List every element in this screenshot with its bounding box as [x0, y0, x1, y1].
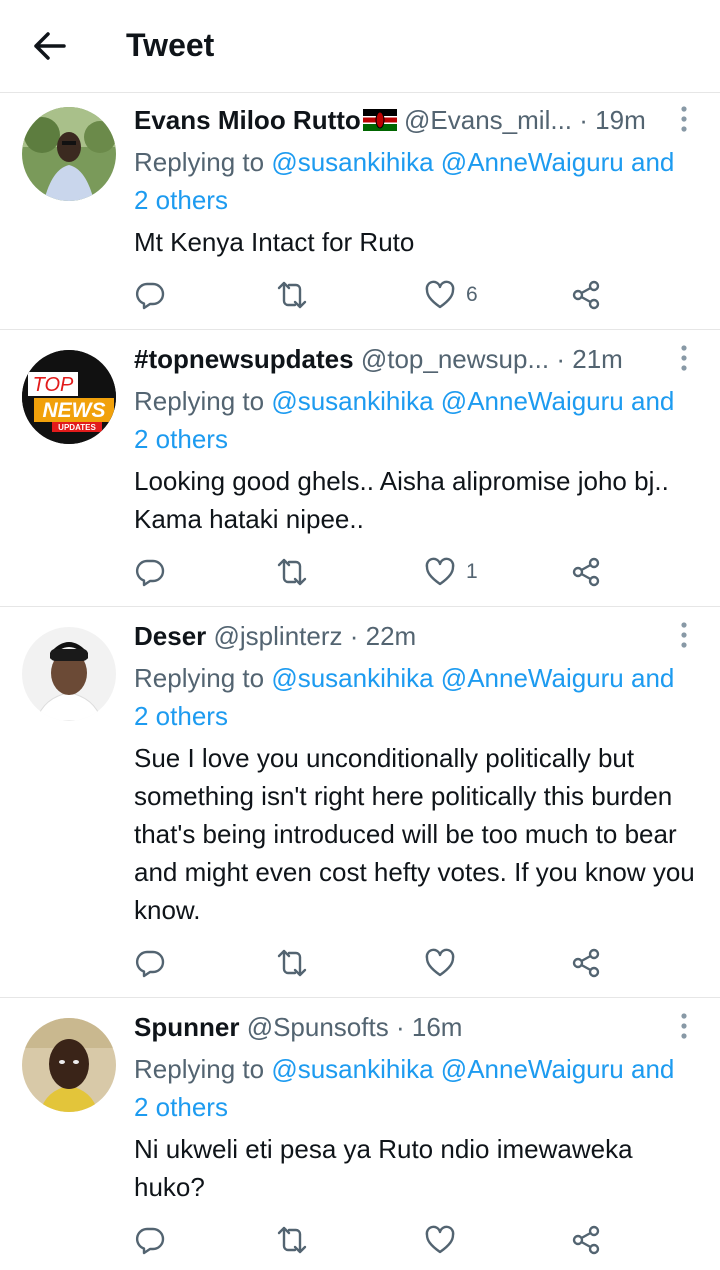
share-icon [572, 280, 600, 310]
replying-to: Replying to @susankihika @AnneWaiguru an… [134, 382, 696, 458]
share-icon [572, 557, 600, 587]
heart-icon [425, 1225, 455, 1254]
avatar-logo-sub: UPDATES [58, 423, 96, 432]
retweet-button[interactable] [276, 277, 308, 313]
share-icon [572, 948, 600, 978]
timestamp[interactable]: 21m [572, 344, 623, 374]
reply-icon [135, 559, 165, 587]
more-options-button[interactable] [674, 1012, 694, 1040]
mention-link[interactable]: @susankihika [271, 147, 433, 177]
avatar[interactable] [22, 1018, 116, 1112]
tweet-actions: 1 [134, 554, 696, 590]
tweet-actions [134, 945, 696, 981]
author-name[interactable]: Spunner [134, 1012, 239, 1042]
share-button[interactable] [570, 945, 602, 981]
reply-button[interactable] [134, 1222, 166, 1258]
tweet-actions: 6 [134, 277, 696, 313]
replying-prefix: Replying to [134, 386, 265, 416]
avatar-logo-main: NEWS [43, 399, 106, 422]
tweet-text: Mt Kenya Intact for Ruto [134, 227, 415, 257]
replying-to: Replying to @susankihika @AnneWaiguru an… [134, 1050, 696, 1126]
retweet-icon [277, 1226, 307, 1254]
reply-icon [135, 282, 165, 310]
replying-prefix: Replying to [134, 1054, 265, 1084]
timestamp[interactable]: 22m [366, 621, 417, 651]
reply-button[interactable] [134, 554, 166, 590]
author-name[interactable]: Evans Miloo Rutto [134, 105, 361, 135]
arrow-left-icon [34, 32, 66, 60]
tweet-text: Sue I love you unconditionally political… [134, 743, 695, 925]
author-handle[interactable]: @Spunsofts [247, 1012, 389, 1042]
share-icon [572, 1225, 600, 1255]
tweet-text: Ni ukweli eti pesa ya Ruto ndio imewawek… [134, 1134, 633, 1202]
author-name[interactable]: #topnewsupdates [134, 344, 354, 374]
separator: · [395, 1012, 405, 1042]
more-vertical-icon [681, 1013, 687, 1039]
replying-to: Replying to @susankihika @AnneWaiguru an… [134, 659, 696, 735]
reply-button[interactable] [134, 945, 166, 981]
avatar[interactable]: TOP NEWS UPDATES [22, 350, 116, 444]
avatar[interactable] [22, 107, 116, 201]
mention-link[interactable]: @AnneWaiguru [441, 1054, 624, 1084]
mention-link[interactable]: @AnneWaiguru [441, 663, 624, 693]
page-title: Tweet [126, 27, 215, 63]
replying-prefix: Replying to [134, 663, 265, 693]
share-button[interactable] [570, 277, 602, 313]
tweet-actions [134, 1222, 696, 1258]
like-button[interactable] [424, 945, 456, 981]
author-name[interactable]: Deser [134, 621, 206, 651]
share-button[interactable] [570, 1222, 602, 1258]
author-handle[interactable]: @top_newsup... [361, 344, 549, 374]
kenya-flag-icon [362, 105, 397, 131]
mention-link[interactable]: @susankihika [271, 663, 433, 693]
avatar-logo-top: TOP [33, 374, 74, 396]
app-header: Tweet [0, 0, 720, 93]
retweet-icon [277, 949, 307, 977]
tweet[interactable]: Evans Miloo Rutto @Evans_mil... · 19m Re… [0, 93, 720, 330]
retweet-button[interactable] [276, 1222, 308, 1258]
share-button[interactable] [570, 554, 602, 590]
heart-icon [425, 557, 455, 586]
more-options-button[interactable] [674, 344, 694, 372]
separator: · [349, 621, 359, 651]
heart-icon [425, 948, 455, 977]
reply-icon [135, 950, 165, 978]
retweet-button[interactable] [276, 554, 308, 590]
like-button[interactable]: 6 [424, 277, 478, 313]
retweet-icon [277, 281, 307, 309]
more-vertical-icon [681, 622, 687, 648]
reply-button[interactable] [134, 277, 166, 313]
more-options-button[interactable] [674, 621, 694, 649]
separator: · [579, 105, 588, 135]
separator: · [556, 344, 566, 374]
timestamp[interactable]: 16m [412, 1012, 463, 1042]
mention-link[interactable]: @susankihika [271, 386, 433, 416]
author-handle[interactable]: @jsplinterz [214, 621, 343, 651]
retweet-button[interactable] [276, 945, 308, 981]
reply-icon [135, 1227, 165, 1255]
tweet[interactable]: TOP NEWS UPDATES #topnewsupdates @top_ne… [0, 330, 720, 607]
more-vertical-icon [681, 345, 687, 371]
tweet[interactable]: Spunner @Spunsofts · 16m Replying to @su… [0, 998, 720, 1270]
tweet[interactable]: Deser @jsplinterz · 22m Replying to @sus… [0, 607, 720, 998]
like-count: 1 [466, 560, 478, 583]
tweet-text: Looking good ghels.. Aisha alipromise jo… [134, 466, 669, 534]
retweet-icon [277, 558, 307, 586]
back-button[interactable] [30, 26, 70, 66]
heart-icon [425, 280, 455, 309]
like-count: 6 [466, 283, 478, 306]
replying-prefix: Replying to [134, 147, 265, 177]
mention-link[interactable]: @AnneWaiguru [441, 147, 624, 177]
like-button[interactable] [424, 1222, 456, 1258]
more-vertical-icon [681, 106, 687, 132]
replying-to: Replying to @susankihika @AnneWaiguru an… [134, 143, 696, 219]
author-handle[interactable]: @Evans_mil... [404, 105, 572, 135]
mention-link[interactable]: @susankihika [271, 1054, 433, 1084]
like-button[interactable]: 1 [424, 554, 478, 590]
mention-link[interactable]: @AnneWaiguru [441, 386, 624, 416]
avatar[interactable] [22, 627, 116, 721]
timestamp[interactable]: 19m [595, 105, 646, 135]
more-options-button[interactable] [674, 105, 694, 133]
